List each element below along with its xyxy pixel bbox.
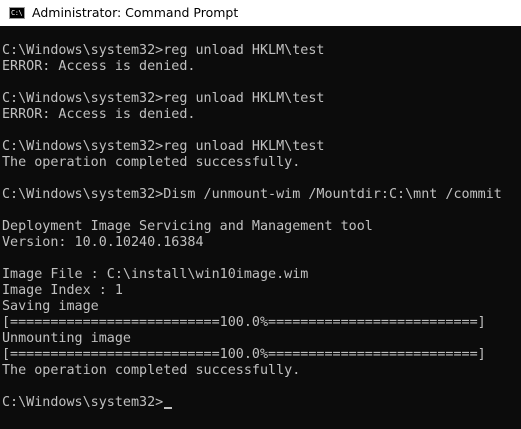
text-cursor <box>164 407 173 409</box>
console-line: Version: 10.0.10240.16384 <box>2 235 204 250</box>
console-output[interactable]: C:\Windows\system32>reg unload HKLM\test… <box>0 27 521 429</box>
window-title: Administrator: Command Prompt <box>32 5 239 20</box>
progress-bar-saving: [==========================100.0%=======… <box>2 315 486 330</box>
console-line: ERROR: Access is denied. <box>2 107 196 122</box>
console-line: Saving image <box>2 299 99 314</box>
title-bar[interactable]: C:\ Administrator: Command Prompt <box>0 0 521 26</box>
console-line: Image File : C:\install\win10image.wim <box>2 267 309 282</box>
console-line: The operation completed successfully. <box>2 363 301 378</box>
console-line: C:\Windows\system32>Dism /unmount-wim /M… <box>2 187 502 202</box>
progress-bar-unmounting: [==========================100.0%=======… <box>2 347 486 362</box>
console-line: The operation completed successfully. <box>2 155 301 170</box>
command-prompt-window: C:\ Administrator: Command Prompt C:\Win… <box>0 0 521 429</box>
console-line: C:\Windows\system32>reg unload HKLM\test <box>2 91 325 106</box>
console-line: Deployment Image Servicing and Managemen… <box>2 219 373 234</box>
console-line: Image Index : 1 <box>2 283 123 298</box>
cmd-icon-glyph: C:\ <box>11 9 23 17</box>
console-line: C:\Windows\system32>reg unload HKLM\test <box>2 139 325 154</box>
console-line: Unmounting image <box>2 331 131 346</box>
console-line: C:\Windows\system32>reg unload HKLM\test <box>2 43 325 58</box>
command-prompt-line[interactable]: C:\Windows\system32> <box>2 395 173 411</box>
console-line: ERROR: Access is denied. <box>2 59 196 74</box>
cmd-icon[interactable]: C:\ <box>9 7 25 19</box>
prompt-text: C:\Windows\system32> <box>2 395 164 410</box>
